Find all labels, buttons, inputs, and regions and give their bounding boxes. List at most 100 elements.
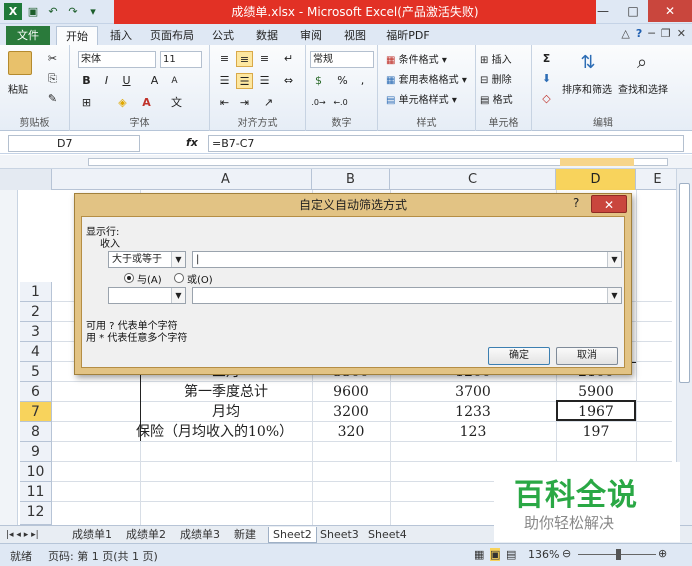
- format-as-table-button[interactable]: ▦ 套用表格格式 ▾: [386, 71, 467, 86]
- orientation-icon[interactable]: ↗: [260, 95, 277, 111]
- sheet-tab-1[interactable]: 成绩单1: [68, 527, 116, 543]
- find-select-button[interactable]: 查找和选择: [618, 81, 668, 96]
- tab-review[interactable]: 审阅: [296, 26, 326, 45]
- sheet-tab-sheet3[interactable]: Sheet3: [316, 527, 363, 543]
- currency-icon[interactable]: $: [310, 73, 327, 89]
- copy-icon[interactable]: ⎘: [44, 71, 61, 87]
- save-icon[interactable]: ▣: [24, 3, 42, 20]
- row-header-3[interactable]: 3: [20, 322, 52, 342]
- paste-button[interactable]: 粘贴: [8, 81, 28, 96]
- close-button[interactable]: ✕: [648, 0, 692, 22]
- row-header-4[interactable]: 4: [20, 342, 52, 362]
- or-radio[interactable]: [174, 273, 184, 283]
- cell-b6[interactable]: 9600: [312, 382, 390, 402]
- workbook-minimize-icon[interactable]: ─: [648, 27, 655, 40]
- column-header-d[interactable]: D: [556, 169, 636, 190]
- tab-foxit-pdf[interactable]: 福昕PDF: [382, 26, 434, 45]
- conditional-format-button[interactable]: ▦ 条件格式 ▾: [386, 51, 447, 66]
- condition-2-value-input[interactable]: ▼: [192, 287, 622, 304]
- fill-color-icon[interactable]: ◈: [114, 95, 131, 111]
- find-select-icon[interactable]: ⌕: [630, 51, 654, 75]
- tab-data[interactable]: 数据: [252, 26, 282, 45]
- grow-font-button[interactable]: A: [146, 73, 163, 89]
- format-painter-icon[interactable]: ✎: [44, 91, 61, 107]
- ok-button[interactable]: 确定: [488, 347, 550, 365]
- tab-home[interactable]: 开始: [56, 26, 98, 45]
- condition-1-value-input[interactable]: | ▼: [192, 251, 622, 268]
- column-header-b[interactable]: B: [312, 169, 390, 190]
- increase-indent-icon[interactable]: ⇥: [236, 95, 253, 111]
- merge-center-icon[interactable]: ⇔: [280, 73, 297, 89]
- increase-decimal-icon[interactable]: .0→: [310, 95, 327, 111]
- clear-icon[interactable]: ◇: [538, 91, 555, 107]
- sort-filter-button[interactable]: 排序和筛选: [562, 81, 612, 96]
- percent-button[interactable]: %: [334, 73, 351, 89]
- cell-b8[interactable]: 320: [312, 422, 390, 442]
- cell-c8[interactable]: 123: [390, 422, 556, 442]
- collapse-ribbon-icon[interactable]: △: [621, 27, 629, 40]
- cut-icon[interactable]: ✂: [44, 51, 61, 67]
- cell-d8[interactable]: 197: [556, 422, 636, 442]
- fill-icon[interactable]: ⬇: [538, 71, 555, 87]
- font-name-select[interactable]: 宋体: [78, 51, 156, 68]
- number-format-select[interactable]: 常规: [310, 51, 374, 68]
- page-break-view-icon[interactable]: ▤: [506, 548, 516, 561]
- scroll-thumb[interactable]: [679, 183, 690, 383]
- workbook-close-icon[interactable]: ✕: [677, 27, 686, 40]
- maximize-button[interactable]: □: [618, 0, 648, 22]
- formula-input[interactable]: =B7-C7: [208, 135, 684, 152]
- tab-file[interactable]: 文件: [6, 26, 50, 45]
- minimize-button[interactable]: —: [588, 0, 618, 22]
- condition-2-operator-select[interactable]: ▼: [108, 287, 186, 304]
- help-icon[interactable]: ?: [636, 27, 642, 40]
- bold-button[interactable]: B: [78, 73, 95, 89]
- column-header-e[interactable]: E: [636, 169, 680, 190]
- font-color-icon[interactable]: A: [138, 95, 155, 111]
- dialog-help-button[interactable]: ?: [573, 196, 579, 210]
- decrease-indent-icon[interactable]: ⇤: [216, 95, 233, 111]
- cell-b7[interactable]: 3200: [312, 402, 390, 422]
- cell-c7[interactable]: 1233: [390, 402, 556, 422]
- decrease-decimal-icon[interactable]: ←.0: [332, 95, 349, 111]
- zoom-in-icon[interactable]: ⊕: [658, 547, 667, 560]
- condition-1-operator-select[interactable]: 大于或等于 ▼: [108, 251, 186, 268]
- row-header-10[interactable]: 10: [20, 462, 52, 482]
- select-all-corner[interactable]: [0, 169, 52, 190]
- phonetic-icon[interactable]: 文: [168, 95, 185, 111]
- align-middle-icon[interactable]: ≡: [236, 51, 253, 67]
- sheet-tab-sheet4[interactable]: Sheet4: [364, 527, 411, 543]
- delete-cells-button[interactable]: ⊟ 删除: [480, 71, 512, 86]
- tab-view[interactable]: 视图: [340, 26, 370, 45]
- insert-function-button[interactable]: fx: [186, 136, 198, 149]
- row-header-11[interactable]: 11: [20, 482, 52, 502]
- row-header-12[interactable]: 12: [20, 502, 52, 525]
- cell-a6[interactable]: 第一季度总计: [140, 382, 312, 402]
- tab-insert[interactable]: 插入: [106, 26, 136, 45]
- tab-page-layout[interactable]: 页面布局: [146, 26, 198, 45]
- workbook-restore-icon[interactable]: ❐: [661, 27, 671, 40]
- align-bottom-icon[interactable]: ≡: [256, 51, 273, 67]
- autosum-icon[interactable]: Σ: [538, 51, 555, 67]
- sheet-tab-2[interactable]: 成绩单2: [122, 527, 170, 543]
- sheet-nav-icon[interactable]: |◂ ◂ ▸ ▸|: [2, 527, 43, 543]
- sheet-tab-3[interactable]: 成绩单3: [176, 527, 224, 543]
- align-center-icon[interactable]: ☰: [236, 73, 253, 89]
- name-box[interactable]: D7: [8, 135, 140, 152]
- zoom-level[interactable]: 136%: [528, 548, 559, 561]
- row-header-9[interactable]: 9: [20, 442, 52, 462]
- cell-d6[interactable]: 5900: [556, 382, 636, 402]
- page-layout-view-icon[interactable]: ▣: [490, 548, 501, 561]
- align-left-icon[interactable]: ☰: [216, 73, 233, 89]
- row-header-8[interactable]: 8: [20, 422, 52, 442]
- row-header-6[interactable]: 6: [20, 382, 52, 402]
- shrink-font-button[interactable]: A: [166, 73, 183, 89]
- sort-filter-icon[interactable]: ⇅: [576, 51, 600, 75]
- sheet-tab-sheet2[interactable]: Sheet2: [268, 527, 317, 543]
- dialog-close-button[interactable]: ✕: [591, 195, 627, 213]
- row-header-2[interactable]: 2: [20, 302, 52, 322]
- cell-a7[interactable]: 月均: [140, 402, 312, 422]
- underline-button[interactable]: U: [118, 73, 135, 89]
- cancel-button[interactable]: 取消: [556, 347, 618, 365]
- normal-view-icon[interactable]: ▦: [474, 548, 484, 561]
- row-header-5[interactable]: 5: [20, 362, 52, 382]
